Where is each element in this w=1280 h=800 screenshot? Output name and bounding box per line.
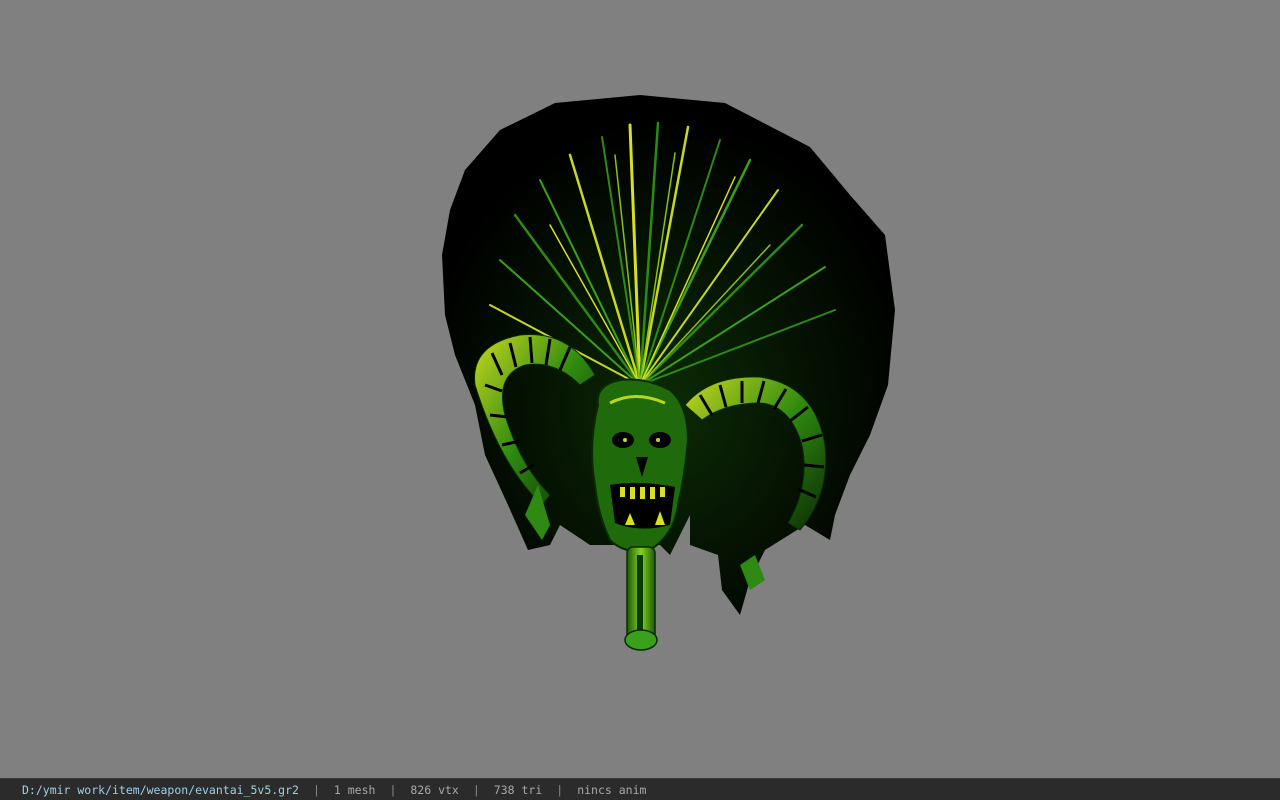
3d-viewport[interactable]	[0, 0, 1280, 778]
status-separator: |	[556, 782, 564, 797]
status-bar: D:/ymir work/item/weapon/evantai_5v5.gr2…	[0, 778, 1280, 800]
vertex-count-label: 826 vtx	[410, 782, 459, 797]
animation-info-label: nincs anim	[577, 782, 647, 797]
file-path-label: D:/ymir work/item/weapon/evantai_5v5.gr2	[22, 782, 299, 797]
status-separator: |	[312, 782, 320, 797]
fan-weapon-model	[442, 95, 895, 651]
triangle-count-label: 738 tri	[493, 782, 543, 797]
status-separator: |	[389, 782, 397, 797]
mesh-count-label: 1 mesh	[333, 782, 376, 797]
status-separator: |	[472, 782, 480, 797]
fan-handle	[624, 546, 658, 651]
